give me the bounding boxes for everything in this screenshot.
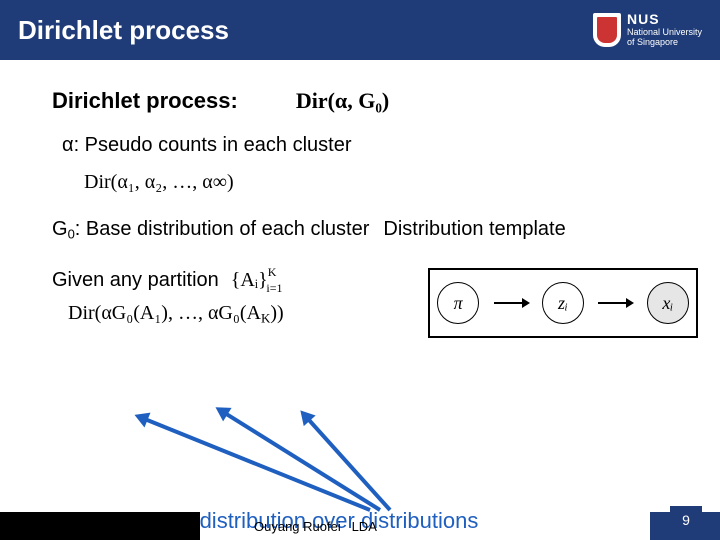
slide-body: Dirichlet process: Dir(α, G₀) α: Pseudo … [0, 60, 720, 490]
alpha-formula: Dir(α₁, α₂, …, α∞) [84, 171, 686, 194]
partition-set: {Aᵢ}Ki=1 [231, 269, 293, 292]
node-zi: zᵢ [542, 282, 584, 324]
arrow-icon [598, 302, 632, 304]
slide-title: Dirichlet process [18, 15, 593, 46]
given-partition-label: Given any partition [52, 269, 219, 292]
callout-arrows [70, 430, 410, 520]
g0-note: Distribution template [383, 218, 565, 241]
arrow-icon [218, 408, 381, 512]
slide-footer: Ouyang Ruofei LDA 9 [0, 512, 720, 540]
graphical-model-box: π zᵢ xᵢ [428, 268, 698, 338]
node-pi: π [437, 282, 479, 324]
arrow-icon [137, 414, 370, 511]
nus-logo: NUS National University of Singapore [593, 12, 702, 47]
footer-topic: LDA [352, 519, 377, 534]
footer-black-bar [0, 512, 200, 540]
arrow-icon [302, 412, 392, 511]
g0-description: G0: Base distribution of each cluster [52, 218, 369, 241]
shield-icon [593, 13, 621, 47]
node-xi: xᵢ [647, 282, 689, 324]
arrow-icon [494, 302, 528, 304]
alpha-description: α: Pseudo counts in each cluster [62, 134, 686, 157]
footer-author: Ouyang Ruofei [254, 519, 341, 534]
logo-fullname: National University of Singapore [627, 28, 702, 48]
logo-text: NUS National University of Singapore [627, 12, 702, 47]
slide-header: Dirichlet process NUS National Universit… [0, 0, 720, 60]
logo-acronym: NUS [627, 12, 702, 27]
section-heading: Dirichlet process: [52, 88, 238, 114]
page-number: 9 [670, 506, 702, 534]
g0-row: G0: Base distribution of each cluster Di… [52, 218, 686, 241]
footer-text: Ouyang Ruofei LDA [254, 519, 377, 534]
dp-formula: Dir(α, G₀) [296, 88, 389, 114]
section-heading-row: Dirichlet process: Dir(α, G₀) [52, 88, 686, 114]
